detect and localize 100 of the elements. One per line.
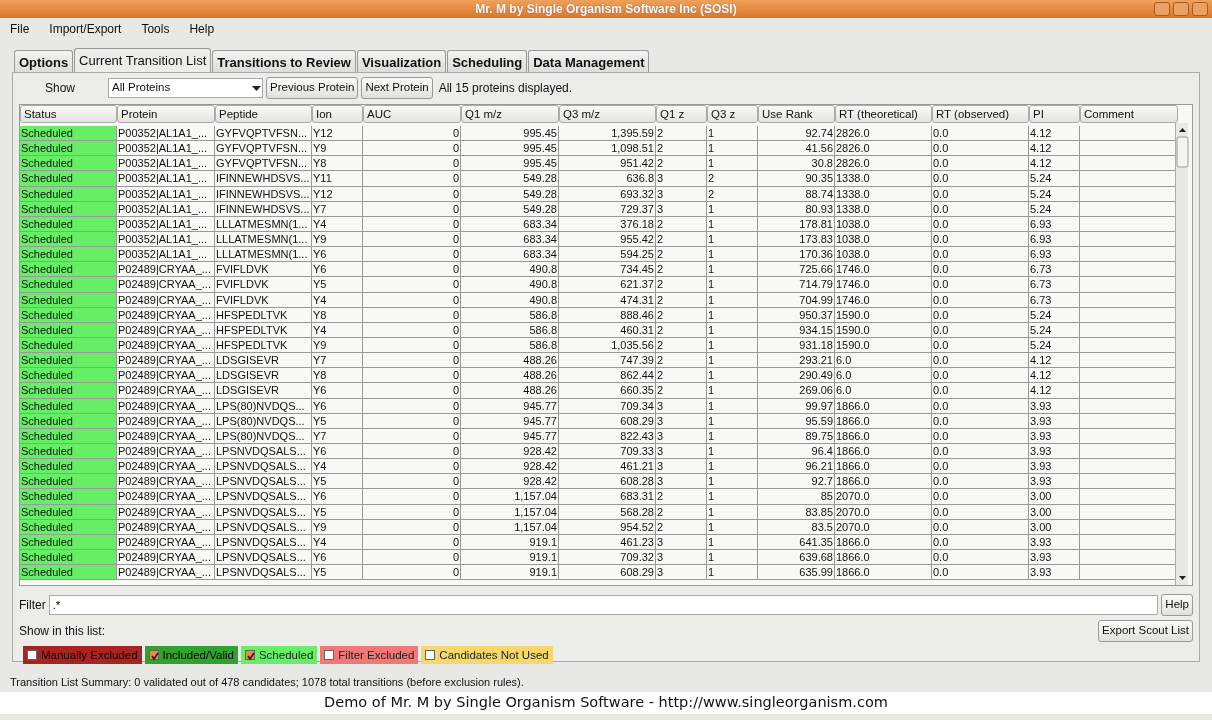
table-cell: 5.24 <box>1029 307 1080 323</box>
table-cell: 293.21 <box>758 353 835 369</box>
table-cell: 0 <box>363 443 461 460</box>
table-cell: 636.8 <box>559 171 656 187</box>
column-header[interactable]: Comment <box>1080 105 1178 123</box>
table-cell: Y6 <box>312 549 363 566</box>
protein-nav-button[interactable]: Previous Protein <box>266 77 359 99</box>
close-button[interactable] <box>1192 2 1208 16</box>
table-cell: 92.7 <box>758 474 835 490</box>
table-cell: LLLATMESMN(1... <box>215 216 312 232</box>
column-header[interactable]: Use Rank <box>758 105 835 123</box>
table-cell: 1 <box>707 489 758 505</box>
table-cell: 3.00 <box>1029 489 1080 505</box>
table-cell: 2 <box>656 216 707 232</box>
table-cell: 83.5 <box>758 519 835 535</box>
table-cell: 1746.0 <box>835 262 932 278</box>
table-cell: 945.77 <box>461 398 559 414</box>
minimize-button[interactable] <box>1154 2 1170 16</box>
column-header[interactable]: Protein <box>117 105 215 123</box>
scrollbar[interactable] <box>1175 123 1188 585</box>
table-cell: HFSPEDLTVK <box>215 337 312 354</box>
table-cell: 3.93 <box>1029 398 1080 414</box>
table-cell: 0 <box>363 171 461 187</box>
export-button[interactable]: Export Scout List <box>1098 620 1193 642</box>
menu-item[interactable]: File <box>10 20 30 38</box>
column-header[interactable]: Q1 z <box>656 105 707 123</box>
column-header[interactable]: AUC <box>363 105 461 123</box>
maximize-button[interactable] <box>1173 2 1189 16</box>
table-cell: P00352|AL1A1_... <box>117 171 215 187</box>
table-cell: 1746.0 <box>835 292 932 308</box>
help-button[interactable]: Help <box>1161 594 1193 616</box>
table-cell: 0 <box>363 504 461 520</box>
table-cell: GYFVQPTVFSN... <box>215 141 312 157</box>
table-cell: 683.34 <box>461 232 559 248</box>
table-cell: 99.97 <box>758 398 835 414</box>
table-cell: 1 <box>707 353 758 369</box>
table-cell: 2 <box>656 247 707 263</box>
table-cell: 1 <box>707 443 758 460</box>
column-header[interactable]: RT (observed) <box>932 105 1029 123</box>
column-header[interactable]: Ion <box>312 105 363 123</box>
table-cell: 0.0 <box>932 141 1029 157</box>
column-header[interactable]: RT (theoretical) <box>835 105 932 123</box>
tab[interactable]: Options <box>14 50 74 72</box>
table-cell: 0 <box>363 353 461 369</box>
table-cell: 0.0 <box>932 565 1029 581</box>
legend-checkbox[interactable]: Candidates Not Used <box>421 646 553 664</box>
tab[interactable]: Data Management <box>528 50 650 72</box>
table-cell: 568.28 <box>559 504 656 520</box>
table-cell: Y8 <box>312 368 363 384</box>
table-cell: 2 <box>656 383 707 399</box>
table-cell: 376.18 <box>559 216 656 232</box>
table-cell: Y6 <box>312 443 363 460</box>
table-cell: 1 <box>707 126 758 142</box>
table-cell: 995.45 <box>461 141 559 157</box>
table-cell: 0 <box>363 292 461 308</box>
table-cell: IFINNEWHDSVS... <box>215 171 312 187</box>
legend-checkbox[interactable]: Included/Valid <box>144 646 238 664</box>
table-cell: 1 <box>707 337 758 354</box>
table-cell: GYFVQPTVFSN... <box>215 156 312 172</box>
table-cell: 1866.0 <box>835 549 932 566</box>
table-cell: 862.44 <box>559 368 656 384</box>
table-cell: 1,098.51 <box>559 141 656 157</box>
legend-checkbox[interactable]: Filter Excluded <box>320 646 419 664</box>
menu-item[interactable]: Import/Export <box>49 20 122 38</box>
table-cell: Y5 <box>312 474 363 490</box>
table-cell: P02489|CRYAA_... <box>117 428 215 444</box>
column-header[interactable]: Q1 m/z <box>461 105 559 123</box>
table-cell: 0.0 <box>932 307 1029 323</box>
tab[interactable]: Visualization <box>356 50 447 72</box>
column-header[interactable]: Q3 z <box>707 105 758 123</box>
menu-item[interactable]: Tools <box>141 20 170 38</box>
table-cell: 639.68 <box>758 549 835 566</box>
legend-checkbox[interactable]: Scheduled <box>240 646 318 664</box>
table-cell: 683.31 <box>559 489 656 505</box>
table-cell: Y8 <box>312 307 363 323</box>
column-header[interactable]: Peptide <box>215 105 312 123</box>
table-cell: LPSNVDQSALS... <box>215 504 312 520</box>
column-header[interactable]: Q3 m/z <box>559 105 656 123</box>
table-cell: 1 <box>707 549 758 566</box>
column-header[interactable]: Status <box>20 105 117 123</box>
table-cell: Y9 <box>312 519 363 535</box>
table-cell: 88.74 <box>758 186 835 202</box>
tab[interactable]: Current Transition List <box>74 48 212 72</box>
table-cell: Y4 <box>312 459 363 475</box>
table-cell: 747.39 <box>559 353 656 369</box>
tab[interactable]: Transitions to Review <box>212 50 356 72</box>
table-cell: 0 <box>363 262 461 278</box>
column-header[interactable]: PI <box>1029 105 1080 123</box>
table-cell: 683.34 <box>461 247 559 263</box>
protein-dropdown[interactable]: All Proteins <box>108 78 264 98</box>
table-cell: 3 <box>656 413 707 429</box>
menu-item[interactable]: Help <box>189 20 215 38</box>
table-cell: 2 <box>656 141 707 157</box>
table-cell: 3.93 <box>1029 413 1080 429</box>
table-cell: 6.73 <box>1029 277 1080 293</box>
filter-field[interactable]: .* <box>48 595 1159 615</box>
protein-nav-button[interactable]: Next Protein <box>361 77 433 99</box>
table-cell: 1338.0 <box>835 171 932 187</box>
tab[interactable]: Scheduling <box>447 50 528 72</box>
table-cell: 0 <box>363 247 461 263</box>
